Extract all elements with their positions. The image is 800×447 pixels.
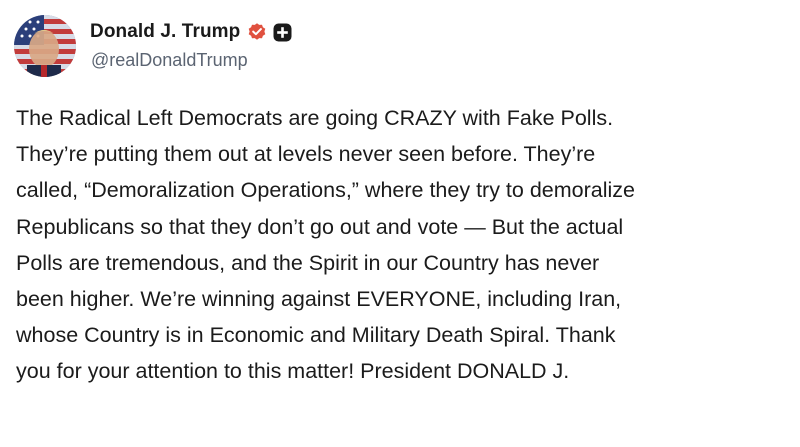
post-text-line: They’re putting them out at levels never… (16, 142, 596, 167)
author-row: Donald J. Trump (90, 19, 292, 45)
author-handle[interactable]: @realDonaldTrump (91, 50, 248, 71)
post-text-line: you for your attention to this matter! P… (16, 359, 570, 384)
plus-badge-icon (273, 23, 292, 42)
post-text: The Radical Left Democrats are going CRA… (16, 100, 791, 390)
post-text-line: called, “Demoralization Operations,” whe… (16, 178, 635, 203)
post-text-line: whose Country is in Economic and Militar… (16, 323, 616, 348)
verified-badge-icon (247, 22, 267, 42)
post-text-line: Polls are tremendous, and the Spirit in … (16, 250, 600, 275)
display-name[interactable]: Donald J. Trump (90, 21, 240, 43)
post-text-line: been higher. We’re winning against EVERY… (16, 287, 622, 312)
profile-photo-flag-icon (14, 15, 76, 77)
avatar[interactable] (14, 15, 76, 77)
post-text-line: The Radical Left Democrats are going CRA… (16, 106, 614, 130)
post-card: Donald J. Trump @realDonaldTrump The Rad… (0, 0, 800, 447)
post-text-line: Republicans so that they don’t go out an… (16, 214, 624, 239)
